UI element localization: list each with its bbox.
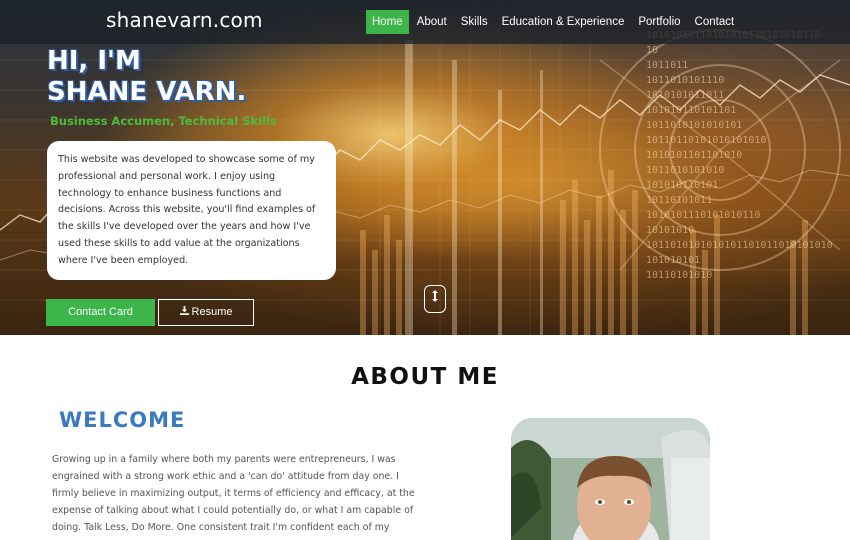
nav-item-about[interactable]: About xyxy=(411,10,453,34)
about-text: Growing up in a family where both my par… xyxy=(52,454,415,533)
hero-title-line2: SHANE VARN. xyxy=(47,77,247,107)
binary-text: 10110101010 xyxy=(646,270,712,281)
binary-text: 10110110101010101010 xyxy=(646,135,766,146)
nav-item-home[interactable]: Home xyxy=(366,10,409,34)
about-heading: ABOUT ME xyxy=(351,364,499,390)
welcome-heading: WELCOME xyxy=(59,408,186,432)
nav-item-education-experience[interactable]: Education & Experience xyxy=(496,10,631,34)
binary-text: 10110101011 xyxy=(646,195,712,206)
hero-title-line1: HI, I'M xyxy=(47,46,141,76)
resume-button-label: Resume xyxy=(191,306,233,318)
binary-text: 1011010101010 xyxy=(646,165,724,176)
download-icon xyxy=(179,300,189,325)
binary-text: 101010101 xyxy=(646,255,700,266)
binary-text: 1011010101010101101011010101010 xyxy=(646,240,833,251)
nav-item-portfolio[interactable]: Portfolio xyxy=(632,10,686,34)
binary-text: 1011010101110 xyxy=(646,75,724,86)
site-brand[interactable]: shanevarn.com xyxy=(106,8,263,32)
resume-button[interactable]: Resume xyxy=(158,299,254,326)
binary-text: 1010101110101010110 xyxy=(646,210,760,221)
intro-card: This website was developed to showcase s… xyxy=(47,141,336,280)
nav-item-contact[interactable]: Contact xyxy=(689,10,741,34)
binary-text: 1010101101101010 xyxy=(646,150,742,161)
nav-menu: Home About Skills Education & Experience… xyxy=(366,10,742,34)
intro-text: This website was developed to showcase s… xyxy=(58,154,316,266)
binary-text: 101010110101101 xyxy=(646,105,736,116)
navbar: shanevarn.com Home About Skills Educatio… xyxy=(0,0,850,44)
binary-text: 101010110101 xyxy=(646,180,718,191)
binary-text: 10 xyxy=(646,45,658,56)
binary-text: 10101010 xyxy=(646,225,694,236)
contact-card-button[interactable]: Contact Card xyxy=(46,299,155,326)
binary-text: 1010101011011 xyxy=(646,90,724,101)
nav-item-skills[interactable]: Skills xyxy=(455,10,494,34)
profile-photo xyxy=(511,418,710,540)
hero-subtitle: Business Accumen, Technical Skills xyxy=(50,114,277,128)
binary-text: 1011010101010101 xyxy=(646,120,742,131)
binary-text: 1011011 xyxy=(646,60,688,71)
scroll-down-button[interactable] xyxy=(424,285,446,313)
scroll-down-icon xyxy=(431,290,439,305)
